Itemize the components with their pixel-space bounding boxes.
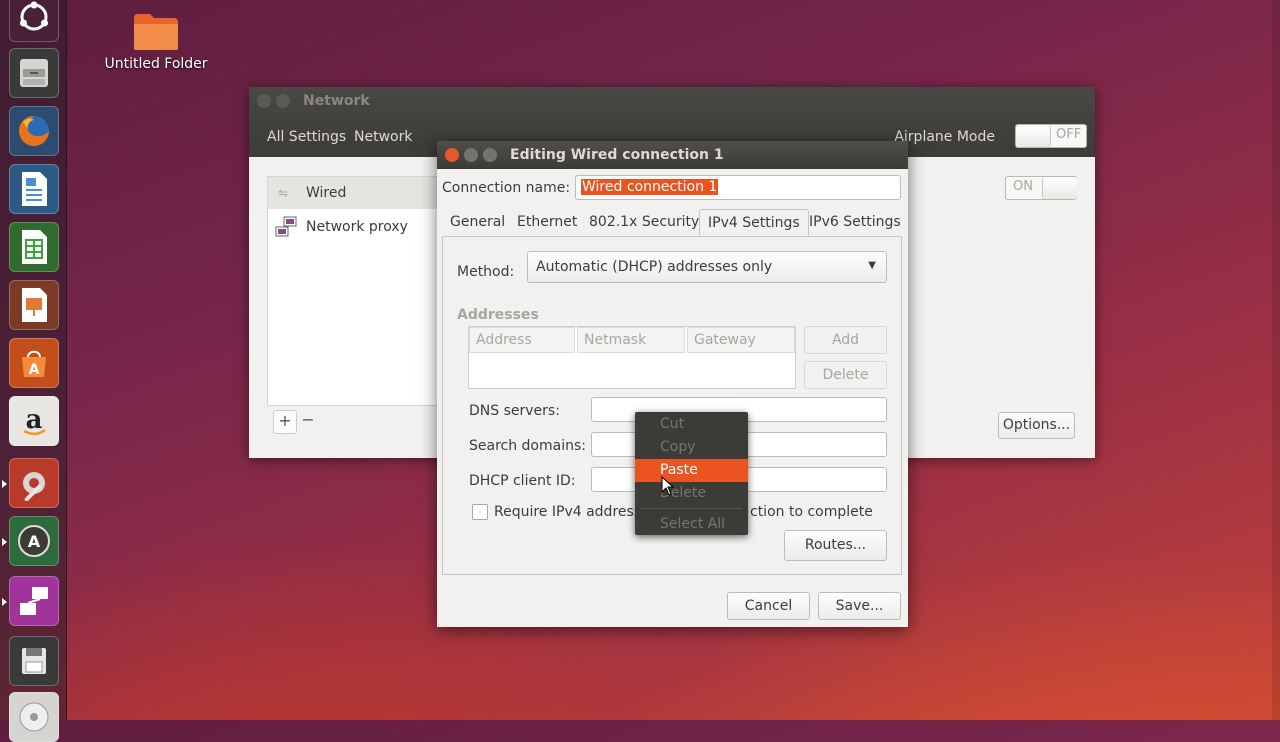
impress-icon[interactable]	[9, 280, 59, 330]
software-center-icon[interactable]: A	[9, 338, 59, 388]
options-button[interactable]: Options...	[998, 412, 1075, 439]
connection-name-label: Connection name:	[442, 180, 571, 196]
cancel-button[interactable]: Cancel	[727, 592, 810, 620]
svg-text:A: A	[29, 362, 40, 378]
menu-item-cut[interactable]: Cut	[635, 413, 748, 436]
remove-connection-button[interactable]: −	[297, 410, 319, 432]
folder-icon	[134, 14, 178, 50]
dns-servers-label: DNS servers:	[469, 403, 560, 419]
dvd-icon[interactable]	[9, 692, 59, 742]
dialog-title: Editing Wired connection 1	[510, 147, 724, 163]
running-indicator	[2, 538, 7, 546]
network-sidebar: ⇋ Wired Network proxy	[267, 176, 439, 406]
network-settings-icon[interactable]	[9, 576, 59, 626]
menu-item-select-all[interactable]: Select All	[635, 513, 748, 536]
toggle-knob	[1016, 125, 1051, 147]
wired-icon: ⇋	[278, 186, 289, 200]
method-value: Automatic (DHCP) addresses only	[536, 259, 773, 275]
column-header-gateway: Gateway	[687, 327, 795, 353]
toggle-state: ON	[1013, 179, 1033, 194]
menu-item-copy[interactable]: Copy	[635, 436, 748, 459]
sidebar-item-network-proxy[interactable]: Network proxy	[268, 211, 438, 243]
system-settings-icon[interactable]	[9, 458, 59, 508]
all-settings-button[interactable]: All Settings	[263, 123, 350, 151]
method-select[interactable]: Automatic (DHCP) addresses only ▼	[527, 251, 887, 283]
dialog-titlebar: Editing Wired connection 1	[437, 141, 908, 169]
close-icon[interactable]	[445, 148, 459, 162]
dhcp-client-id-label: DHCP client ID:	[469, 473, 576, 489]
minimize-icon[interactable]	[276, 94, 290, 108]
svg-text:a: a	[26, 405, 43, 435]
screen-edge-scrollbar	[1272, 0, 1280, 720]
mouse-cursor-icon	[661, 476, 675, 496]
running-indicator	[2, 480, 7, 488]
amazon-icon[interactable]: a	[9, 396, 59, 446]
dialog-tabs: General Ethernet 802.1x Security IPv4 Se…	[443, 209, 903, 237]
software-updater-icon[interactable]: A	[9, 516, 59, 566]
minimize-icon[interactable]	[464, 148, 478, 162]
files-icon[interactable]	[9, 48, 59, 98]
save-button[interactable]: Save...	[818, 592, 901, 620]
chevron-down-icon: ▼	[868, 260, 876, 271]
window-title: Network	[303, 93, 370, 109]
require-ipv4-checkbox[interactable]	[472, 504, 488, 520]
column-header-address: Address	[469, 327, 575, 353]
writer-icon[interactable]	[9, 164, 59, 214]
firefox-icon[interactable]	[9, 106, 59, 156]
network-proxy-icon	[275, 216, 297, 237]
require-ipv4-label: Require IPv4 addressi	[494, 504, 645, 520]
add-address-button[interactable]: Add	[804, 326, 887, 354]
maximize-icon[interactable]	[483, 148, 497, 162]
search-domains-label: Search domains:	[469, 438, 586, 454]
svg-text:A: A	[28, 532, 41, 551]
tab-ethernet[interactable]: Ethernet	[517, 209, 577, 237]
column-header-netmask: Netmask	[577, 327, 685, 353]
wired-toggle[interactable]: ON	[1005, 176, 1077, 200]
routes-button[interactable]: Routes...	[784, 530, 887, 561]
tab-general[interactable]: General	[450, 209, 505, 237]
desktop-folder[interactable]: Untitled Folder	[104, 12, 208, 72]
menu-item-delete[interactable]: Delete	[635, 482, 748, 505]
method-label: Method:	[457, 264, 515, 280]
calc-icon[interactable]	[9, 222, 59, 272]
sidebar-item-wired[interactable]: ⇋ Wired	[268, 177, 438, 209]
disk-icon[interactable]	[9, 636, 59, 686]
tab-ipv6-settings[interactable]: IPv6 Settings	[809, 209, 901, 237]
airplane-mode-label: Airplane Mode	[894, 129, 995, 145]
folder-label: Untitled Folder	[104, 56, 208, 72]
airplane-mode-toggle[interactable]: OFF	[1015, 124, 1087, 148]
ubuntu-dash-icon[interactable]	[9, 0, 59, 42]
sidebar-item-label: Wired	[306, 185, 347, 201]
connection-name-value: Wired connection 1	[581, 179, 719, 195]
tab-ipv4-settings[interactable]: IPv4 Settings	[699, 209, 809, 237]
addresses-table[interactable]: Address Netmask Gateway	[468, 326, 796, 389]
edit-connection-dialog: Editing Wired connection 1 Connection na…	[437, 141, 908, 627]
network-breadcrumb[interactable]: Network	[350, 123, 416, 151]
delete-address-button[interactable]: Delete	[804, 361, 887, 389]
addresses-label: Addresses	[457, 307, 539, 323]
toggle-state: OFF	[1056, 127, 1082, 142]
require-ipv4-label-tail: ction to complete	[750, 504, 873, 520]
sidebar-item-label: Network proxy	[306, 219, 408, 235]
sidebar-toolbar: + −	[267, 407, 437, 435]
context-menu: Cut Copy Paste Delete Select All	[635, 412, 748, 535]
running-indicator	[2, 598, 7, 606]
add-connection-button[interactable]: +	[273, 410, 297, 434]
toggle-knob	[1042, 177, 1077, 199]
menu-separator	[641, 508, 742, 509]
connection-name-input[interactable]: Wired connection 1	[575, 175, 901, 200]
tab-8021x-security[interactable]: 802.1x Security	[589, 209, 699, 237]
menu-item-paste[interactable]: Paste	[635, 459, 748, 482]
close-icon[interactable]	[257, 94, 271, 108]
launcher: A a A	[0, 0, 67, 742]
